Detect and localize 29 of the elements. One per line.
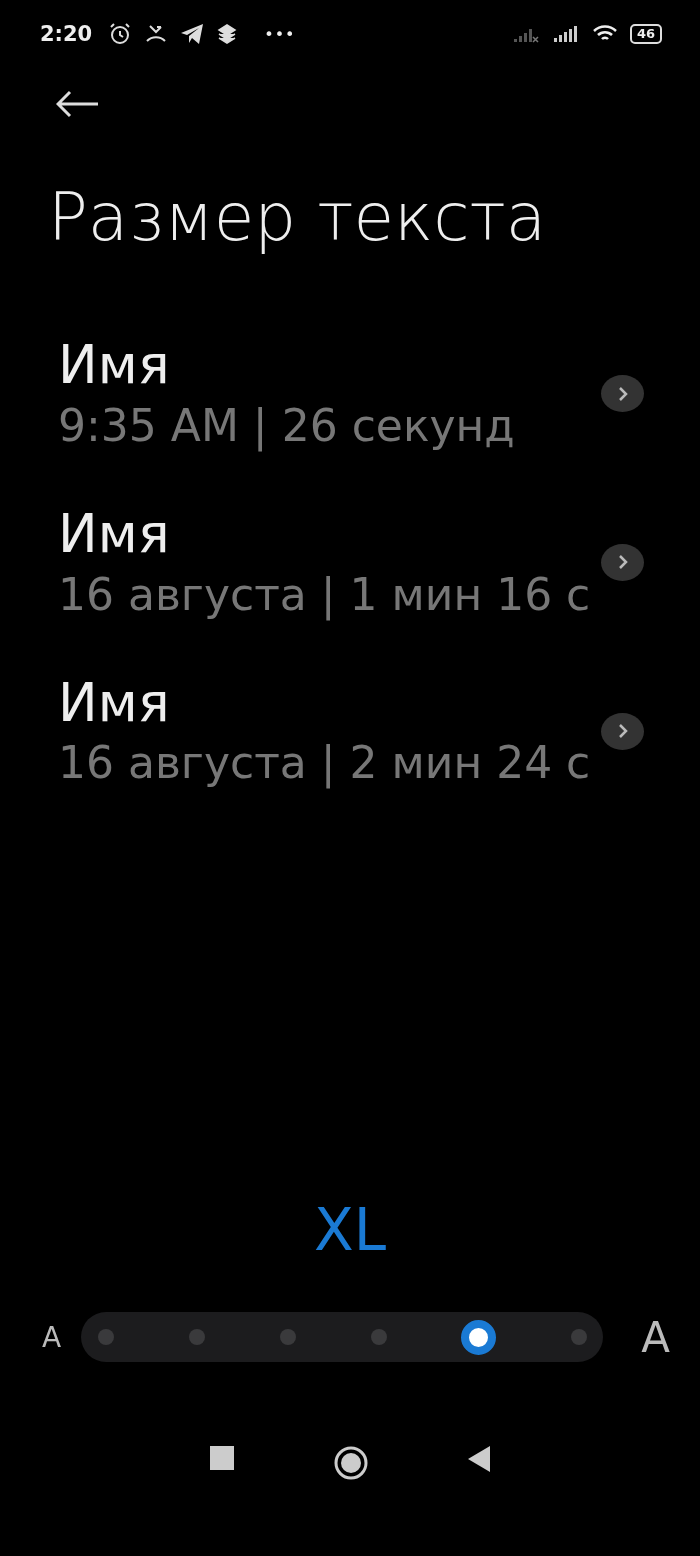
- slider-step[interactable]: [279, 1329, 296, 1345]
- status-time: 2:20: [40, 22, 93, 46]
- battery-indicator: 46: [629, 24, 662, 44]
- chevron-right-icon[interactable]: [601, 712, 644, 750]
- contact-name: Имя: [58, 333, 171, 397]
- small-text-label: A: [42, 1320, 62, 1354]
- call-details: 16 августа | 2 мин 24 с: [58, 736, 592, 791]
- slider-step[interactable]: [188, 1329, 205, 1345]
- contact-name: Имя: [58, 501, 171, 566]
- slider-thumb[interactable]: [461, 1319, 497, 1355]
- page-title: Размер текста: [48, 178, 548, 258]
- contact-name: Имя: [58, 670, 171, 735]
- chevron-right-icon[interactable]: [601, 543, 644, 581]
- signal-icon: [551, 24, 580, 44]
- slider-step[interactable]: [370, 1329, 387, 1345]
- layers-icon: [216, 23, 239, 45]
- call-details: 16 августа | 1 мин 16 с: [58, 567, 592, 623]
- more-notifications: •••: [264, 24, 296, 44]
- size-slider[interactable]: [81, 1312, 604, 1362]
- chevron-right-icon[interactable]: [601, 375, 644, 413]
- slider-step[interactable]: [98, 1329, 115, 1345]
- back-triangle-icon[interactable]: [468, 1446, 490, 1472]
- paper-plane-icon: [180, 23, 205, 45]
- back-arrow-icon[interactable]: [56, 90, 98, 118]
- size-label: XL: [312, 1196, 387, 1264]
- home-circle-icon[interactable]: [334, 1446, 368, 1480]
- call-details: 9:35 AM | 26 секунд: [58, 398, 516, 454]
- slider-step[interactable]: [571, 1329, 588, 1345]
- large-text-label: A: [641, 1312, 670, 1362]
